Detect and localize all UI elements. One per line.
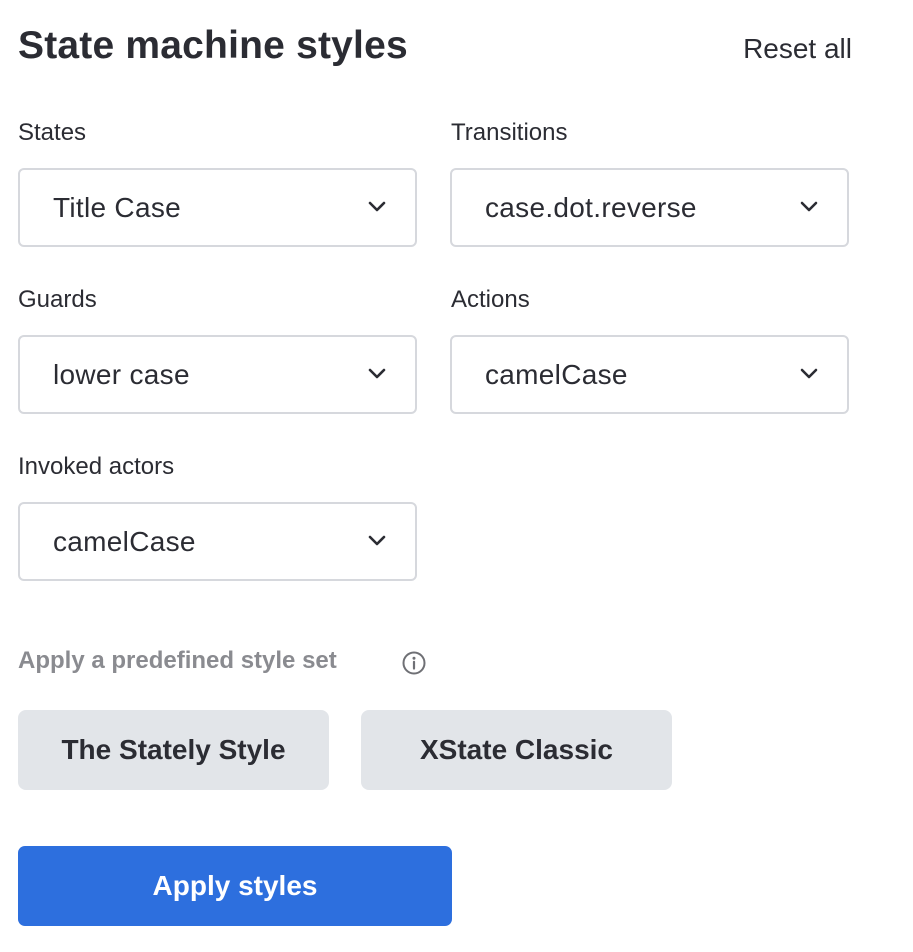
preset-section-label: Apply a predefined style set [18, 647, 337, 674]
chevron-down-icon [800, 368, 818, 379]
guards-label: Guards [18, 286, 97, 313]
invoked-actors-select[interactable]: camelCase [18, 502, 417, 581]
apply-styles-button[interactable]: Apply styles [18, 846, 452, 926]
transitions-label: Transitions [451, 119, 568, 146]
chevron-down-icon [800, 201, 818, 212]
transitions-select-value: case.dot.reverse [485, 191, 697, 223]
actions-select[interactable]: camelCase [450, 335, 849, 414]
stately-style-button[interactable]: The Stately Style [18, 710, 329, 790]
chevron-down-icon [368, 535, 386, 546]
guards-select-value: lower case [53, 358, 190, 390]
actions-label: Actions [451, 286, 530, 313]
states-label: States [18, 119, 87, 146]
invoked-actors-label: Invoked actors [18, 453, 175, 480]
page-title: State machine styles [18, 24, 408, 67]
states-select-value: Title Case [53, 191, 182, 223]
invoked-actors-select-value: camelCase [53, 525, 196, 557]
reset-all-button[interactable]: Reset all [743, 33, 852, 65]
transitions-select[interactable]: case.dot.reverse [450, 168, 849, 247]
chevron-down-icon [368, 368, 386, 379]
chevron-down-icon [368, 201, 386, 212]
actions-select-value: camelCase [485, 358, 628, 390]
info-circle-icon[interactable] [401, 650, 427, 676]
xstate-classic-button[interactable]: XState Classic [361, 710, 672, 790]
guards-select[interactable]: lower case [18, 335, 417, 414]
states-select[interactable]: Title Case [18, 168, 417, 247]
